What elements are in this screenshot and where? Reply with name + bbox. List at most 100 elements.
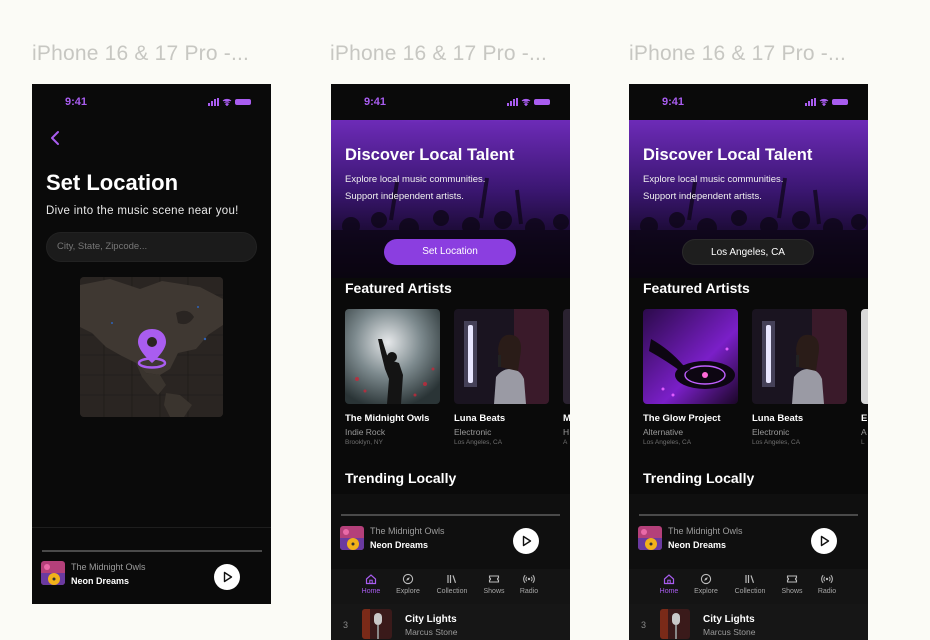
artist-name: The Glow Project	[643, 413, 721, 424]
nav-explore[interactable]: Explore	[686, 573, 726, 595]
page-subtitle: Dive into the music scene near you!	[46, 205, 239, 217]
trending-list-item[interactable]: 3 City Lights Marcus Stone	[629, 604, 868, 640]
hero-title: Discover Local Talent	[345, 146, 515, 164]
play-button[interactable]	[811, 528, 837, 554]
player-artist: The Midnight Owls	[71, 562, 146, 572]
home-icon	[365, 574, 377, 585]
player-progress-bar[interactable]	[341, 514, 560, 516]
library-icon	[745, 575, 755, 583]
design-canvas: iPhone 16 & 17 Pro -... iPhone 16 & 17 P…	[0, 0, 930, 640]
nav-home[interactable]: Home	[649, 573, 689, 595]
featured-artists-title: Featured Artists	[345, 280, 452, 296]
artist-card-image[interactable]	[563, 309, 570, 404]
status-icons	[507, 98, 550, 106]
trend-song: City Lights	[703, 614, 755, 625]
trend-rank: 3	[343, 620, 349, 630]
artist-genre: Electronic	[454, 427, 492, 437]
hero-line-2: Support independent artists.	[643, 191, 762, 202]
status-bar: 9:41	[32, 84, 271, 120]
nav-label: Radio	[519, 588, 539, 595]
artist-location: Los Angeles, CA	[752, 439, 801, 446]
artist-card-image[interactable]	[752, 309, 847, 404]
nav-label: Radio	[817, 588, 837, 595]
status-time: 9:41	[364, 96, 387, 108]
artist-location: Los Angeles, CA	[454, 439, 503, 446]
nav-radio[interactable]: Radio	[509, 573, 549, 595]
battery-icon	[534, 99, 550, 105]
nav-label: Collection	[734, 588, 766, 595]
player-progress-bar[interactable]	[639, 514, 858, 516]
library-icon	[447, 575, 457, 583]
artist-name: The Midnight Owls	[345, 413, 430, 424]
trend-thumbnail	[362, 609, 392, 639]
artist-location: Los Angeles, CA	[643, 439, 692, 446]
ticket-icon	[488, 575, 500, 583]
nav-explore[interactable]: Explore	[388, 573, 428, 595]
nav-shows[interactable]: Shows	[474, 573, 514, 595]
status-bar: 9:41	[629, 84, 868, 120]
frame-label-2: iPhone 16 & 17 Pro -...	[330, 42, 548, 65]
artist-location: A	[563, 439, 568, 446]
location-pin-icon	[137, 329, 167, 369]
frame-label-3: iPhone 16 & 17 Pro -...	[629, 42, 847, 65]
compass-icon	[402, 573, 414, 585]
nav-shows[interactable]: Shows	[772, 573, 812, 595]
nav-collection[interactable]: Collection	[730, 573, 770, 595]
nav-radio[interactable]: Radio	[807, 573, 847, 595]
play-button[interactable]	[513, 528, 539, 554]
location-button[interactable]: Los Angeles, CA	[682, 239, 814, 265]
player-progress-bar[interactable]	[42, 550, 262, 552]
artist-genre: Indie Rock	[345, 427, 386, 437]
bottom-nav: Home Explore Collection Shows Radio	[331, 569, 570, 604]
trend-artist: Marcus Stone	[405, 627, 458, 637]
trending-locally-title: Trending Locally	[643, 470, 755, 486]
artist-genre: H	[563, 427, 570, 437]
artist-card-image[interactable]	[643, 309, 738, 404]
mini-player[interactable]: The Midnight Owls Neon Dreams	[331, 494, 570, 569]
status-icons	[208, 98, 251, 106]
artist-card-image[interactable]	[345, 309, 440, 404]
mini-player[interactable]: The Midnight Owls Neon Dreams	[629, 494, 868, 569]
broadcast-icon	[821, 574, 833, 584]
artist-genre: A	[861, 427, 867, 437]
compass-icon	[700, 573, 712, 585]
player-song: Neon Dreams	[668, 540, 727, 550]
nav-label: Home	[361, 588, 381, 595]
artist-card-image[interactable]	[454, 309, 549, 404]
status-time: 9:41	[662, 96, 685, 108]
hero-line-1: Explore local music communities.	[643, 174, 784, 185]
trending-list-item[interactable]: 3 City Lights Marcus Stone	[331, 604, 570, 640]
nav-collection[interactable]: Collection	[432, 573, 472, 595]
hero-line-1: Explore local music communities.	[345, 174, 486, 185]
phone-discover-la: 9:41 Discover Local Talent Explore local…	[629, 84, 868, 640]
battery-icon	[832, 99, 848, 105]
nav-home[interactable]: Home	[351, 573, 391, 595]
wifi-icon	[521, 98, 531, 106]
nav-label: Shows	[781, 588, 803, 595]
broadcast-icon	[523, 574, 535, 584]
location-search-input[interactable]: City, State, Zipcode...	[46, 232, 257, 262]
trend-thumbnail	[660, 609, 690, 639]
divider	[32, 527, 271, 528]
set-location-button[interactable]: Set Location	[384, 239, 516, 265]
nav-label: Explore	[694, 588, 718, 595]
play-icon	[820, 535, 830, 547]
artist-genre: Alternative	[643, 427, 684, 437]
frame-label-1: iPhone 16 & 17 Pro -...	[32, 42, 250, 65]
trend-artist: Marcus Stone	[703, 627, 756, 637]
ticket-icon	[786, 575, 798, 583]
bottom-nav: Home Explore Collection Shows Radio	[629, 569, 868, 604]
trending-locally-title: Trending Locally	[345, 470, 457, 486]
artist-location: L	[861, 439, 865, 446]
artist-card-image[interactable]	[861, 309, 868, 404]
location-map[interactable]	[80, 277, 223, 417]
artist-name: M	[563, 413, 570, 424]
player-artist: The Midnight Owls	[668, 526, 743, 536]
play-button[interactable]	[214, 564, 240, 590]
nav-label: Shows	[483, 588, 505, 595]
signal-icon	[208, 98, 219, 106]
nav-label: Home	[659, 588, 679, 595]
chevron-left-icon[interactable]	[48, 130, 62, 146]
status-time: 9:41	[65, 96, 88, 108]
nav-label: Explore	[396, 588, 420, 595]
